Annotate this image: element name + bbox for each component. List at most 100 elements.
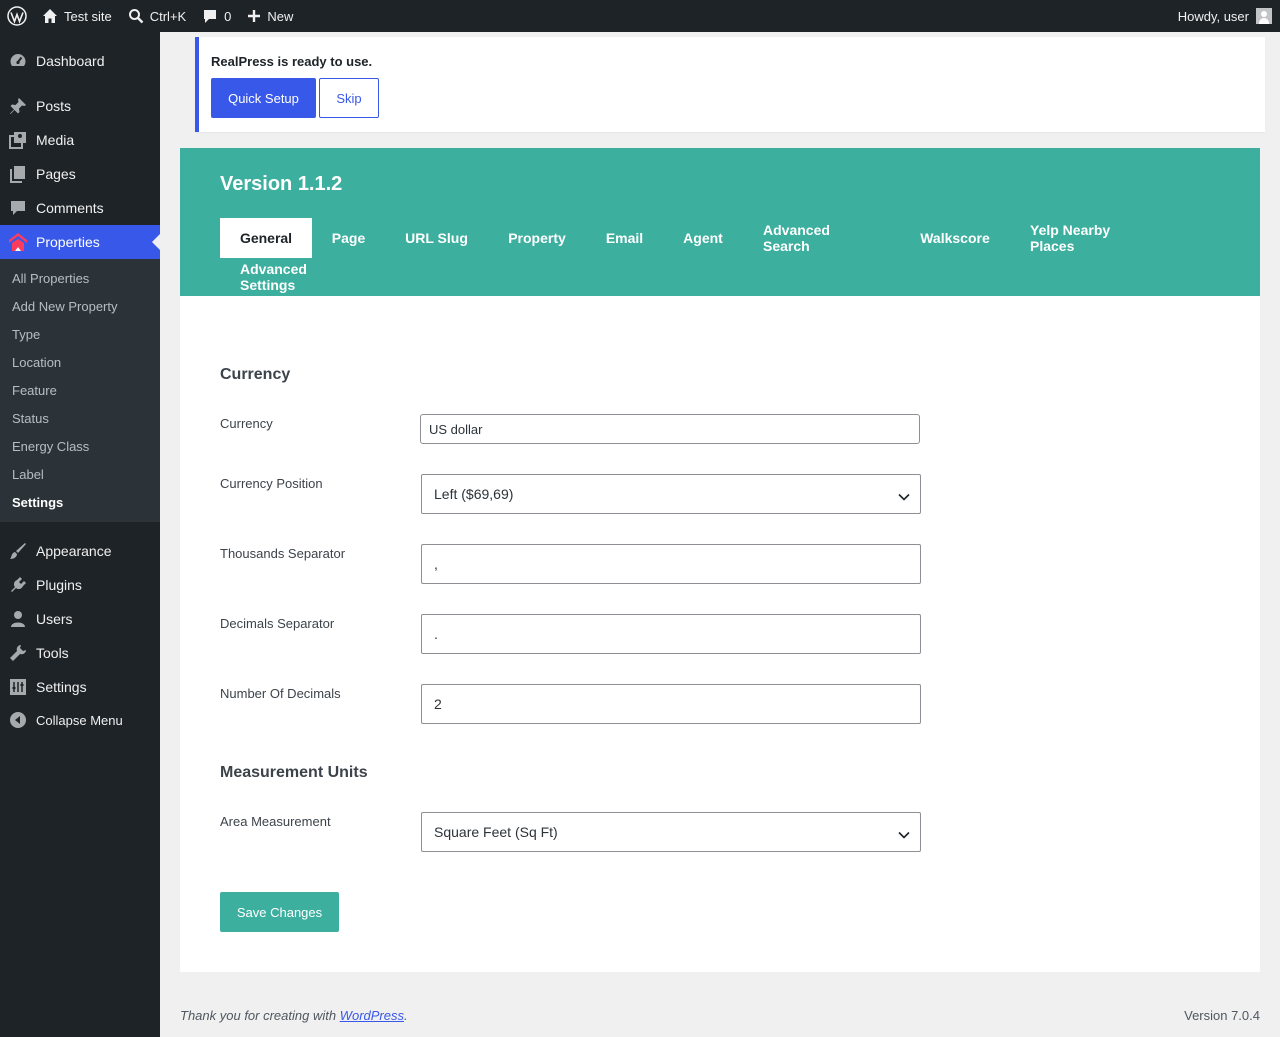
submenu-item-type[interactable]: Type <box>12 327 40 342</box>
thousands-separator-input[interactable]: , <box>421 544 921 584</box>
sidebar-item-label: Tools <box>36 645 69 661</box>
sidebar-item-label: Plugins <box>36 577 82 593</box>
tab-url-slug[interactable]: URL Slug <box>385 218 488 258</box>
tab-advanced-search[interactable]: Advanced Search <box>743 218 900 258</box>
sidebar-item-settings[interactable]: Settings <box>0 670 160 704</box>
avatar <box>1256 8 1272 24</box>
setup-notice: RealPress is ready to use. Quick Setup S… <box>195 37 1265 132</box>
sidebar-item-label: Posts <box>36 98 72 114</box>
submenu-item-label[interactable]: Label <box>12 467 44 482</box>
number-of-decimals-input[interactable]: 2 <box>421 684 921 724</box>
submenu-item-location[interactable]: Location <box>12 355 61 370</box>
new-label: New <box>267 8 294 24</box>
submenu-item-add-new-property[interactable]: Add New Property <box>12 299 118 314</box>
submenu-item-feature[interactable]: Feature <box>12 383 57 398</box>
sidebar-item-label: Dashboard <box>36 53 105 69</box>
number-of-decimals-label: Number Of Decimals <box>220 686 341 701</box>
version-title: Version 1.1.2 <box>220 173 343 195</box>
sidebar-item-comments[interactable]: Comments <box>0 191 160 225</box>
wordpress-link[interactable]: WordPress <box>340 1008 404 1023</box>
tab-walkscore[interactable]: Walkscore <box>900 218 1010 258</box>
my-account-link[interactable]: Howdy, user <box>1170 0 1280 32</box>
dashboard-icon <box>0 52 36 70</box>
thousands-separator-value: , <box>434 556 438 572</box>
settings-panel: Currency Currency US dollar Currency Pos… <box>180 296 1260 972</box>
sidebar-item-label: Pages <box>36 166 76 182</box>
site-name-link[interactable]: Test site <box>34 0 120 32</box>
submenu-item-status[interactable]: Status <box>12 411 49 426</box>
submenu-item-energy-class[interactable]: Energy Class <box>12 439 89 454</box>
submenu-item-all-properties[interactable]: All Properties <box>12 271 89 286</box>
sidebar-item-media[interactable]: Media <box>0 123 160 157</box>
sidebar-item-label: Collapse Menu <box>36 712 123 728</box>
plugin-icon <box>0 576 36 594</box>
footer-thanks: Thank you for creating with WordPress. <box>180 1008 408 1023</box>
sidebar-item-label: Settings <box>36 679 87 695</box>
chevron-down-icon <box>898 489 910 505</box>
tab-page[interactable]: Page <box>312 218 385 258</box>
sidebar-item-appearance[interactable]: Appearance <box>0 534 160 568</box>
plus-icon <box>247 9 261 23</box>
sidebar-item-posts[interactable]: Posts <box>0 89 160 123</box>
submenu-item-settings[interactable]: Settings <box>12 495 63 510</box>
skip-button[interactable]: Skip <box>319 78 379 118</box>
tab-agent[interactable]: Agent <box>663 218 743 258</box>
footer-thanks-prefix: Thank you for creating with <box>180 1008 340 1023</box>
thousands-separator-label: Thousands Separator <box>220 546 346 561</box>
currency-value: US dollar <box>429 421 483 437</box>
settings-header: Version 1.1.2 General Page URL Slug Prop… <box>180 148 1260 296</box>
tab-general[interactable]: General <box>220 218 312 258</box>
brush-icon <box>0 542 36 560</box>
area-measurement-value: Square Feet (Sq Ft) <box>434 824 558 840</box>
command-search-button[interactable]: Ctrl+K <box>120 0 194 32</box>
user-icon <box>0 610 36 628</box>
wrench-icon <box>0 644 36 662</box>
decimals-separator-input[interactable]: . <box>421 614 921 654</box>
decimals-separator-value: . <box>434 626 438 642</box>
comments-link[interactable]: 0 <box>194 0 239 32</box>
sidebar-item-label: Comments <box>36 200 104 216</box>
sidebar-item-tools[interactable]: Tools <box>0 636 160 670</box>
home-icon <box>42 8 58 24</box>
comment-icon <box>0 199 36 217</box>
search-shortcut: Ctrl+K <box>149 8 187 24</box>
tab-email[interactable]: Email <box>586 218 663 258</box>
sidebar-item-label: Users <box>36 611 73 627</box>
currency-section-title: Currency <box>220 366 291 383</box>
sidebar-item-label: Media <box>36 132 75 148</box>
sidebar-item-users[interactable]: Users <box>0 602 160 636</box>
sidebar-item-pages[interactable]: Pages <box>0 157 160 191</box>
tab-advanced-settings[interactable]: Advanced Settings <box>220 257 386 297</box>
comments-count: 0 <box>224 8 232 24</box>
comment-icon <box>202 8 218 24</box>
currency-position-value: Left ($69,69) <box>434 486 514 502</box>
sidebar-item-label: Appearance <box>36 543 112 559</box>
number-of-decimals-value: 2 <box>434 696 442 712</box>
currency-input[interactable]: US dollar <box>420 414 920 444</box>
howdy-text: Howdy, user <box>1177 8 1249 24</box>
collapse-menu-button[interactable]: Collapse Menu <box>0 703 160 737</box>
notice-text: RealPress is ready to use. <box>211 54 373 69</box>
sidebar-item-plugins[interactable]: Plugins <box>0 568 160 602</box>
chevron-down-icon <box>898 827 910 843</box>
sidebar-item-dashboard[interactable]: Dashboard <box>0 44 160 78</box>
currency-position-select[interactable]: Left ($69,69) <box>421 474 921 514</box>
quick-setup-button[interactable]: Quick Setup <box>211 78 316 118</box>
currency-position-label: Currency Position <box>220 476 323 491</box>
currency-label: Currency <box>220 416 273 431</box>
tab-property[interactable]: Property <box>488 218 586 258</box>
realpress-icon <box>0 232 36 252</box>
sidebar-item-label: Properties <box>36 234 100 250</box>
pin-icon <box>0 97 36 115</box>
site-name: Test site <box>64 8 112 24</box>
sidebar-item-properties[interactable]: Properties <box>0 225 160 259</box>
wordpress-logo-icon[interactable] <box>0 0 34 32</box>
media-icon <box>0 131 36 149</box>
footer-thanks-suffix: . <box>404 1008 408 1023</box>
area-measurement-select[interactable]: Square Feet (Sq Ft) <box>421 812 921 852</box>
area-measurement-label: Area Measurement <box>220 814 331 829</box>
tab-yelp-nearby-places[interactable]: Yelp Nearby Places <box>1010 218 1178 258</box>
new-content-link[interactable]: New <box>239 0 301 32</box>
collapse-icon <box>0 711 36 729</box>
save-changes-button[interactable]: Save Changes <box>220 892 339 932</box>
